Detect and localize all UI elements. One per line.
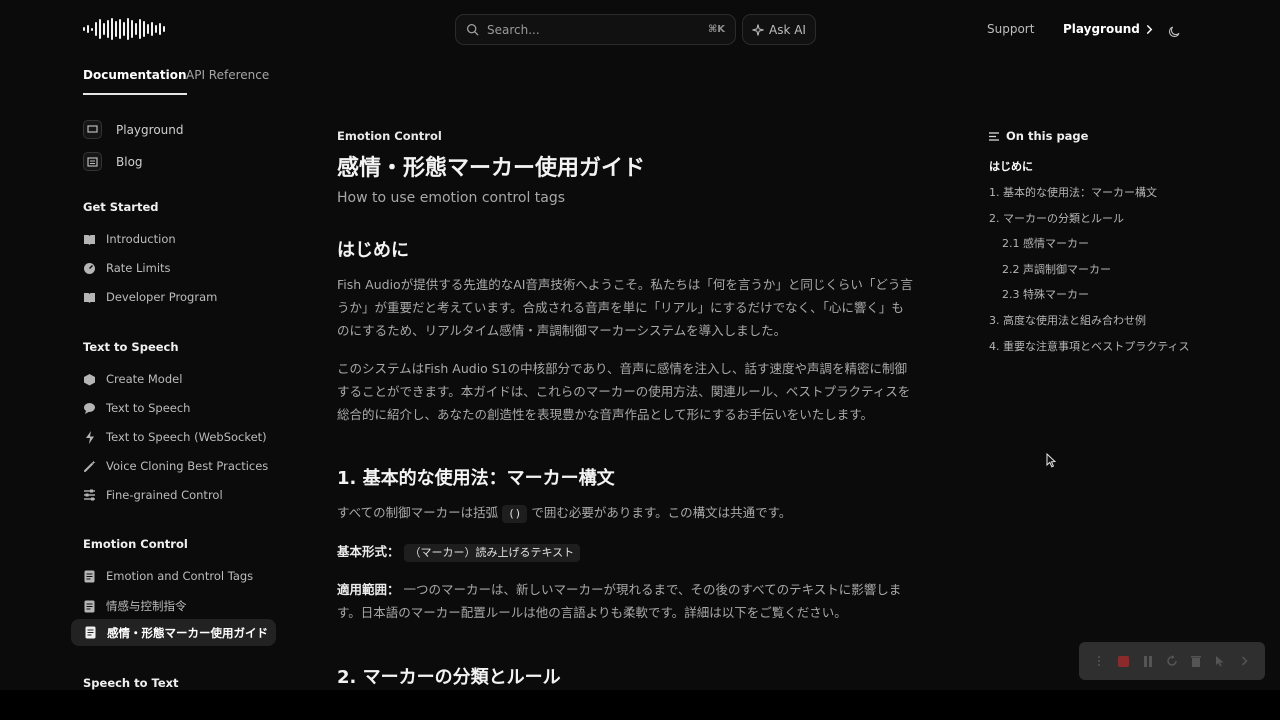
heading-section-2: 2. マーカーの分類とルール (337, 667, 561, 688)
scope-paragraph: 適用範囲： 一つのマーカーは、新しいマーカーが現れるまで、その後のすべてのテキス… (337, 578, 914, 624)
intro-paragraph-2: このシステムはFish Audio S1の中核部分であり、音声に感情を注入し、話… (337, 361, 911, 422)
sidebar-item-label: Developer Program (106, 290, 218, 304)
page-title: 感情・形態マーカー使用ガイド (337, 156, 646, 181)
sidebar-item-label: Voice Cloning Best Practices (106, 459, 269, 473)
fish-audio-logo[interactable] (83, 17, 165, 41)
section1-text-before: すべての制御マーカーは括弧 (337, 505, 499, 520)
ask-ai-label: Ask AI (769, 22, 806, 37)
search-shortcut: ⌘K (707, 24, 725, 35)
trash-icon[interactable] (1189, 654, 1203, 668)
toc-item-section-2-2[interactable]: 2.2 声調制御マーカー (1002, 261, 1111, 277)
sidebar-item-label: 情感与控制指令 (106, 599, 187, 613)
toc-item-section-2-1[interactable]: 2.1 感情マーカー (1002, 235, 1089, 251)
sidebar-item-label: Create Model (106, 372, 183, 386)
book-icon (83, 291, 96, 304)
search-icon (466, 23, 479, 36)
playground-header-label: Playground (1063, 22, 1140, 36)
heading-section-1: 1. 基本的な使用法：マーカー構文 (337, 468, 615, 489)
mouse-cursor-icon (1046, 452, 1057, 472)
restart-icon[interactable] (1165, 654, 1179, 668)
monitor-icon (83, 120, 102, 139)
sidebar-section-speech-to-text: Speech to Text (83, 676, 179, 690)
search-bar[interactable]: Search... ⌘K (455, 14, 736, 45)
playground-header-button[interactable]: Playground (1063, 22, 1153, 36)
toc-item-section-2-3[interactable]: 2.3 特殊マーカー (1002, 286, 1089, 302)
tab-documentation[interactable]: Documentation (83, 68, 187, 95)
sidebar-item-emotion-chinese[interactable]: 情感与控制指令 (83, 598, 187, 614)
scope-label: 適用範囲： (337, 582, 400, 597)
sidebar-item-emotion-japanese-active[interactable]: 感情・形態マーカー使用ガイド (71, 619, 276, 646)
cube-icon (83, 373, 96, 386)
document-icon (83, 570, 96, 583)
lightning-icon (83, 430, 96, 444)
sidebar-link-label: Playground (116, 122, 184, 137)
toc-item-section-1[interactable]: 1. 基本的な使用法：マーカー構文 (989, 184, 1157, 200)
sidebar-item-developer-program[interactable]: Developer Program (83, 290, 217, 304)
toc-item-section-2[interactable]: 2. マーカーの分類とルール (989, 210, 1124, 226)
support-link[interactable]: Support (987, 22, 1034, 36)
heading-intro: はじめに (337, 240, 409, 261)
sidebar-item-label: Text to Speech (106, 401, 191, 415)
inline-code-parentheses: () (502, 505, 528, 523)
sparkle-icon (752, 23, 764, 36)
sidebar-item-label: Emotion and Control Tags (106, 569, 254, 583)
screen-recorder-toolbar (1079, 642, 1265, 680)
sidebar-section-text-to-speech: Text to Speech (83, 340, 179, 354)
chevron-right-icon[interactable] (1238, 654, 1252, 668)
theme-toggle-moon-icon[interactable] (1168, 23, 1181, 42)
sidebar-item-create-model[interactable]: Create Model (83, 372, 182, 386)
app-frame: Search... ⌘K Ask AI Support Playground D… (0, 0, 1280, 690)
chat-bubble-icon (83, 402, 96, 415)
sidebar-item-fine-grained-control[interactable]: Fine-grained Control (83, 488, 223, 502)
section1-paragraph: すべての制御マーカーは括弧 () で囲む必要があります。この構文は共通です。 (337, 501, 914, 524)
format-label: 基本形式： (337, 544, 400, 559)
scope-text: 一つのマーカーは、新しいマーカーが現れるまで、その後のすべてのテキストに影響しま… (337, 582, 902, 620)
grip-icon[interactable] (1092, 654, 1106, 668)
sidebar-section-get-started: Get Started (83, 200, 159, 214)
sidebar-section-emotion-control: Emotion Control (83, 537, 188, 551)
sidebar-item-label: Text to Speech (WebSocket) (106, 430, 267, 444)
document-icon (84, 626, 97, 639)
pointer-icon[interactable] (1214, 654, 1228, 668)
gauge-icon (83, 262, 96, 275)
sidebar-item-emotion-tags[interactable]: Emotion and Control Tags (83, 569, 253, 583)
tab-api-reference[interactable]: API Reference (186, 68, 269, 82)
sidebar-item-text-to-speech[interactable]: Text to Speech (83, 401, 190, 415)
pause-icon[interactable] (1141, 654, 1155, 668)
magic-wand-icon (83, 460, 96, 473)
sidebar-item-label: 感情・形態マーカー使用ガイド (107, 625, 268, 640)
sidebar-link-label: Blog (116, 154, 143, 169)
inline-code-format: （マーカー）読み上げるテキスト (403, 544, 581, 562)
sidebar-item-introduction[interactable]: Introduction (83, 232, 176, 246)
search-placeholder: Search... (487, 22, 540, 37)
format-line: 基本形式： （マーカー）読み上げるテキスト (337, 540, 914, 563)
sidebar-link-blog[interactable]: Blog (83, 152, 143, 171)
toc-item-section-3[interactable]: 3. 高度な使用法と組み合わせ例 (989, 312, 1146, 328)
toc-item-section-4[interactable]: 4. 重要な注意事項とベストプラクティス (989, 338, 1190, 354)
stop-record-icon[interactable] (1116, 654, 1130, 668)
sidebar-item-voice-cloning[interactable]: Voice Cloning Best Practices (83, 459, 268, 473)
document-icon (83, 600, 96, 613)
page-subtitle: How to use emotion control tags (337, 190, 566, 206)
book-icon (83, 233, 96, 246)
toc-header: On this page (989, 129, 1088, 143)
sidebar-item-label: Fine-grained Control (106, 488, 223, 502)
sidebar-item-label: Introduction (106, 232, 176, 246)
sidebar-item-rate-limits[interactable]: Rate Limits (83, 261, 171, 275)
newspaper-icon (83, 152, 102, 171)
sliders-icon (83, 489, 96, 502)
ask-ai-button[interactable]: Ask AI (742, 14, 816, 45)
sidebar-item-tts-websocket[interactable]: Text to Speech (WebSocket) (83, 430, 267, 444)
sidebar-item-label: Rate Limits (106, 261, 171, 275)
intro-paragraph-1: Fish Audioが提供する先進的なAI音声技術へようこそ。私たちは「何を言う… (337, 277, 913, 338)
section1-text-after: で囲む必要があります。この構文は共通です。 (531, 505, 792, 520)
list-icon (989, 131, 999, 141)
toc-title: On this page (1006, 129, 1089, 143)
chevron-right-icon (1146, 24, 1153, 34)
toc-item-intro[interactable]: はじめに (989, 158, 1033, 174)
sidebar-link-playground[interactable]: Playground (83, 120, 183, 139)
bottom-letterbox (0, 690, 1280, 720)
page-category: Emotion Control (337, 129, 442, 143)
